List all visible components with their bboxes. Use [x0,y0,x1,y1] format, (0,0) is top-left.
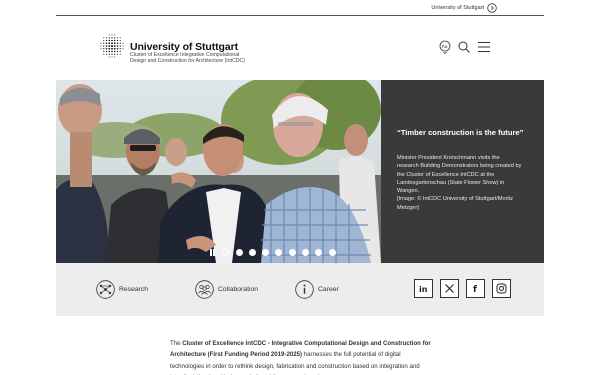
facebook-icon[interactable]: f [466,279,485,298]
slide-dot[interactable] [248,248,256,256]
quicklink-collaboration[interactable]: Collaboration [195,279,258,299]
hero-caption-title[interactable]: “Timber construction is the future” [397,128,527,138]
language-icon[interactable]: Aa [438,40,452,54]
linkedin-glyph: in [419,285,428,294]
slider-controls [209,247,336,257]
instagram-icon[interactable] [492,279,511,298]
quicklink-label: Collaboration [218,285,259,293]
site-subtitle-line2: Design and Construction for Architecture… [130,58,246,64]
hero-photo [56,80,381,263]
quick-links-bar: Research Collaboration Career in f [56,263,544,316]
info-icon [295,279,314,299]
slide-dot[interactable] [315,248,323,256]
university-link[interactable]: University of Stuttgart [431,5,484,11]
hero-caption-panel: “Timber construction is the future” Mini… [381,80,544,263]
intro-prefix: The [170,340,183,347]
intro-paragraph: The Cluster of Excellence IntCDC - Integ… [170,338,435,375]
arrow-right-circle-icon[interactable] [487,3,497,13]
search-icon[interactable] [457,40,471,54]
collaboration-icon [195,279,214,299]
slide-dot[interactable] [288,248,296,256]
facebook-glyph: f [473,285,477,294]
quicklink-research[interactable]: Research [96,279,148,299]
hero-caption-text: Minister President Kretschmann visits th… [397,155,522,195]
slide-dot[interactable] [275,248,283,256]
slide-dot[interactable] [235,248,243,256]
quicklink-label: Research [119,285,149,293]
slide-dot[interactable] [302,248,310,256]
quicklink-label: Career [318,285,339,293]
slide-dot[interactable] [328,248,336,256]
pause-icon[interactable] [209,248,216,256]
slide-dot[interactable] [262,248,270,256]
top-utility-bar: University of Stuttgart [56,0,544,16]
hero-slider[interactable]: “Timber construction is the future” Mini… [56,80,544,263]
menu-icon[interactable] [477,40,491,54]
linkedin-icon[interactable]: in [414,279,433,298]
hero-caption-body: Minister President Kretschmann visits th… [397,154,522,212]
x-icon[interactable] [440,279,459,298]
slide-dot[interactable] [222,248,230,256]
research-network-icon [96,279,115,299]
quicklink-career[interactable]: Career [295,279,339,299]
svg-text:Aa: Aa [442,44,448,50]
dotted-sphere-logo[interactable] [99,33,125,59]
hero-caption-credit: [Image: © IntCDC University of Stuttgart… [397,196,514,211]
